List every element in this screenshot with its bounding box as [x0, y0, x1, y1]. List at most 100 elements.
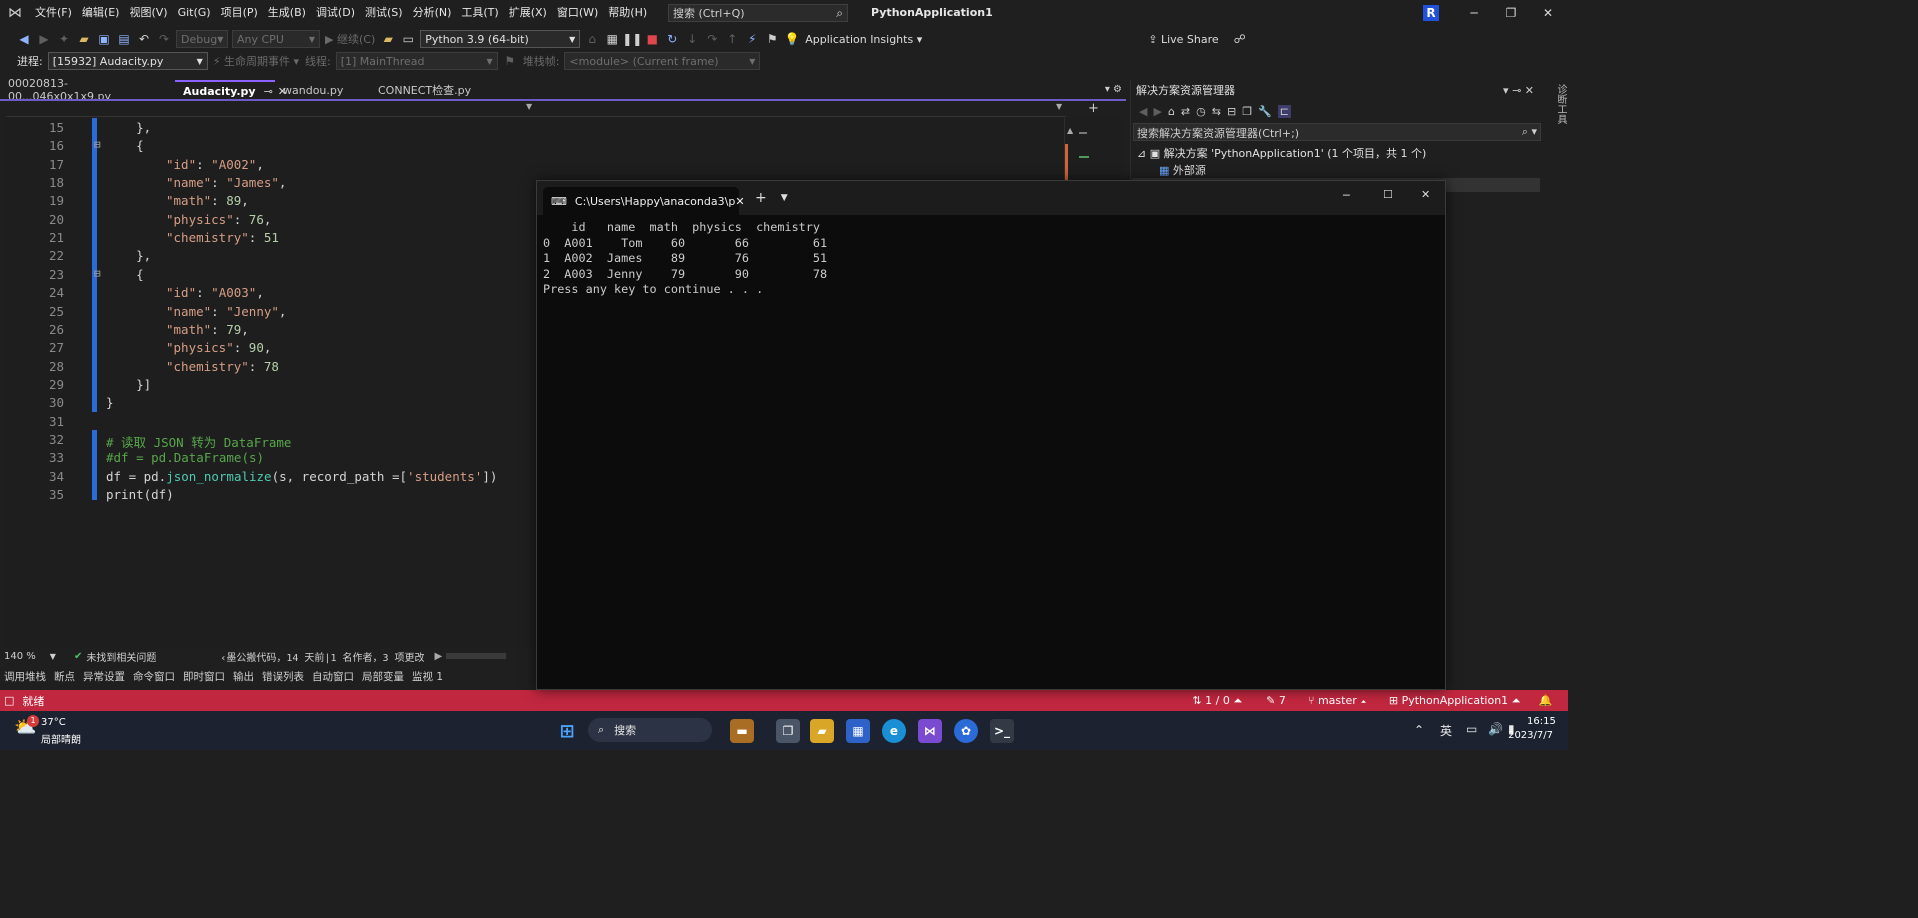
continue-button[interactable]: ▶ 继续(C) — [322, 31, 378, 47]
lifecycle-events-button[interactable]: ⚡ 生命周期事件 ▾ — [210, 53, 302, 69]
home-icon[interactable]: ⌂ — [1168, 105, 1175, 118]
redo-icon[interactable]: ↷ — [154, 29, 174, 49]
collapse-icon[interactable]: ⊟ — [1227, 105, 1236, 118]
tab-connect[interactable]: CONNECT检查.py — [370, 80, 490, 100]
forward-icon[interactable]: ▶ — [1153, 105, 1161, 118]
grid-icon[interactable]: ▦ — [602, 29, 622, 49]
zoom-level[interactable]: 140 % — [4, 651, 36, 662]
split-editor-icon[interactable]: + — [1088, 101, 1099, 116]
clock-date[interactable]: 2023/7/7 — [1508, 730, 1553, 741]
properties-icon[interactable]: 🔧 — [1258, 105, 1272, 118]
insights-icon[interactable]: 💡 — [782, 29, 802, 49]
stop-icon[interactable]: ■ — [642, 29, 662, 49]
solution-search-input[interactable]: 搜索解决方案资源管理器(Ctrl+;) ⌕ ▾ — [1133, 123, 1541, 141]
panel-controls[interactable]: ▾ ⊸ ✕ — [1503, 84, 1534, 97]
fold-icon[interactable]: ⊟ — [94, 267, 101, 280]
step-out-icon[interactable]: ↑ — [722, 29, 742, 49]
terminal-maximize-icon[interactable]: ☐ — [1383, 188, 1393, 201]
menu-item[interactable]: 调试(D) — [311, 0, 360, 26]
avatar[interactable]: R — [1423, 5, 1439, 21]
tool-window-tab[interactable]: 局部变量 — [358, 669, 408, 684]
diagnostic-tools-tab[interactable]: 诊断工具 — [1555, 84, 1566, 124]
visual-studio-icon[interactable]: ⋈ — [918, 719, 942, 743]
clock-time[interactable]: 16:15 — [1527, 716, 1556, 727]
menu-item[interactable]: 文件(F) — [30, 0, 77, 26]
sync-icon[interactable]: ⇆ — [1212, 105, 1221, 118]
pin-icon[interactable]: ⊸ — [264, 85, 273, 98]
volume-icon[interactable]: 🔊 — [1488, 722, 1503, 736]
terminal-tab[interactable]: ⌨ C:\Users\Happy\anaconda3\p ✕ — [543, 187, 745, 215]
config-select[interactable]: Debug ▼ — [176, 30, 228, 48]
menu-item[interactable]: 扩展(X) — [504, 0, 552, 26]
edits-status[interactable]: ✎ 7 — [1266, 694, 1286, 707]
notification-icon[interactable]: 🔔 — [1538, 694, 1552, 707]
open-folder-icon[interactable]: ▰ — [74, 29, 94, 49]
switch-views-icon[interactable]: ⇄ — [1181, 105, 1190, 118]
close-icon[interactable]: ✕ — [1530, 2, 1566, 24]
menu-item[interactable]: 视图(V) — [124, 0, 172, 26]
task-view-icon[interactable]: ❐ — [776, 719, 800, 743]
menu-item[interactable]: 测试(S) — [360, 0, 408, 26]
menu-item[interactable]: 工具(T) — [456, 0, 503, 26]
tool-window-tab[interactable]: 输出 — [229, 669, 258, 684]
maximize-icon[interactable]: ❐ — [1493, 2, 1529, 24]
terminal-output[interactable]: id name math physics chemistry 0 A001 Tom… — [537, 215, 1445, 303]
history-icon[interactable]: ◷ — [1196, 105, 1206, 118]
tab-wandou[interactable]: wandou.py — [275, 80, 370, 100]
tool-window-tab[interactable]: 断点 — [50, 669, 79, 684]
thread-select[interactable]: [1] MainThread ▼ — [335, 52, 498, 70]
search-icon[interactable]: ⌕ ▾ — [1522, 125, 1537, 139]
taskbar-search[interactable]: ⌕ 搜索 — [588, 718, 712, 742]
save-icon[interactable]: ▣ — [94, 29, 114, 49]
side-tool-strip[interactable]: 诊断工具 — [1546, 80, 1568, 650]
stackframe-select[interactable]: <module> (Current frame) ▼ — [564, 52, 761, 70]
menu-item[interactable]: 编辑(E) — [77, 0, 125, 26]
scroll-right-icon[interactable]: ▶ — [435, 651, 443, 662]
menu-item[interactable]: 窗口(W) — [552, 0, 603, 26]
step-over-icon[interactable]: ↷ — [702, 29, 722, 49]
ime-indicator[interactable]: 英 — [1440, 722, 1452, 739]
tab-audacity[interactable]: Audacity.py ⊸ ✕ — [175, 80, 287, 100]
scroll-up-icon[interactable]: ▲ — [1067, 126, 1073, 135]
pause-icon[interactable]: ❚❚ — [622, 29, 642, 49]
fold-icon[interactable]: ⊟ — [94, 138, 101, 151]
tool-window-tab[interactable]: 即时窗口 — [179, 669, 229, 684]
search-icon[interactable]: ⌕ — [836, 6, 843, 21]
tab-dropdown-icon[interactable]: ▼ — [781, 193, 788, 203]
live-share-button[interactable]: ⇪ Live Share — [1145, 33, 1221, 46]
copy-icon[interactable]: ❐ — [1242, 105, 1252, 118]
file-explorer-icon[interactable]: ▰ — [810, 719, 834, 743]
menu-item[interactable]: 帮助(H) — [603, 0, 652, 26]
nav-dropdown-icon[interactable]: ▼ — [526, 102, 532, 111]
tool-window-tab[interactable]: 自动窗口 — [308, 669, 358, 684]
tab-overflow-icon[interactable]: ▾ ⚙ — [1105, 80, 1128, 100]
preview-icon[interactable]: ⊏ — [1277, 104, 1291, 118]
tool-window-tab[interactable]: 错误列表 — [258, 669, 308, 684]
briefcase-icon[interactable]: ▬ — [730, 719, 754, 743]
branch-status[interactable]: ⑂ master ⏶ — [1308, 694, 1367, 707]
menu-item[interactable]: 分析(N) — [408, 0, 457, 26]
app-insights-button[interactable]: Application Insights ▾ — [802, 33, 925, 46]
tool-window-tab[interactable]: 命令窗口 — [129, 669, 179, 684]
menu-item[interactable]: 生成(B) — [263, 0, 311, 26]
external-sources-node[interactable]: ▦ 外部源 — [1159, 162, 1206, 178]
bookmark-icon[interactable]: ⚑ — [762, 29, 782, 49]
process-select[interactable]: [15932] Audacity.py ▼ — [47, 52, 208, 70]
solution-node[interactable]: ⊿ ▣ 解决方案 'PythonApplication1' (1 个项目，共 1… — [1137, 145, 1426, 161]
back-icon[interactable]: ◀ — [14, 29, 34, 49]
menu-item[interactable]: Git(G) — [173, 0, 216, 26]
codelens-info[interactable]: ‹墨公搬代码，14 天前|1 名作者，3 项更改 — [220, 649, 424, 664]
undo-icon[interactable]: ↶ — [134, 29, 154, 49]
tab-00020813[interactable]: 00020813-00...046x0x1x9.py — [0, 77, 175, 103]
weather-widget[interactable]: ⛅ 1 — [14, 715, 39, 741]
back-icon[interactable]: ◀ — [1139, 105, 1147, 118]
new-tab-icon[interactable]: + — [755, 190, 767, 206]
line-count-status[interactable]: ⇅ 1 / 0 ⏶ — [1192, 694, 1242, 708]
restart-icon[interactable]: ↻ — [662, 29, 682, 49]
step-into-icon[interactable]: ↓ — [682, 29, 702, 49]
python-app-icon[interactable]: ✿ — [954, 719, 978, 743]
horizontal-scrollbar[interactable] — [446, 653, 507, 659]
network-icon[interactable]: ▭ — [1466, 722, 1477, 736]
search-box[interactable]: 搜索 (Ctrl+Q) ⌕ — [668, 4, 848, 22]
filter-icon[interactable]: ⚑ — [500, 51, 520, 71]
